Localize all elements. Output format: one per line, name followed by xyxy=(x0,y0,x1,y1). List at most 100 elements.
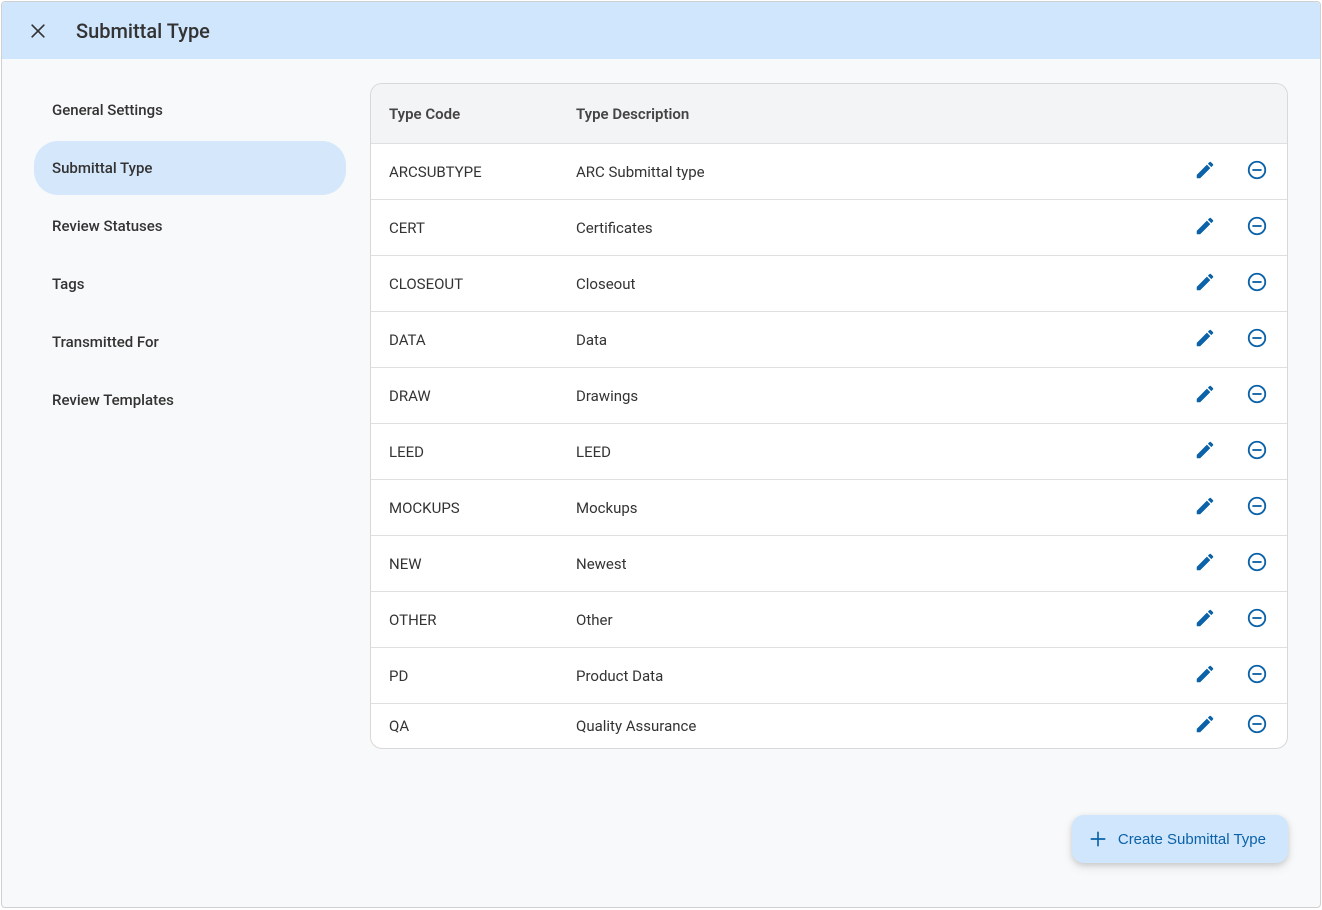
table-row: DATAData xyxy=(371,312,1287,368)
edit-button[interactable] xyxy=(1193,160,1217,184)
edit-button[interactable] xyxy=(1193,272,1217,296)
pencil-icon xyxy=(1194,607,1216,633)
cell-actions xyxy=(1177,440,1287,464)
cell-actions xyxy=(1177,384,1287,408)
delete-button[interactable] xyxy=(1245,664,1269,688)
cell-type-description: Mockups xyxy=(576,499,1177,517)
delete-button[interactable] xyxy=(1245,440,1269,464)
edit-button[interactable] xyxy=(1193,384,1217,408)
cell-type-code: MOCKUPS xyxy=(371,499,576,517)
cell-actions xyxy=(1177,272,1287,296)
edit-button[interactable] xyxy=(1193,714,1217,738)
edit-button[interactable] xyxy=(1193,664,1217,688)
cell-type-description: Drawings xyxy=(576,387,1177,405)
pencil-icon xyxy=(1194,551,1216,577)
table-row: ARCSUBTYPEARC Submittal type xyxy=(371,144,1287,200)
cell-actions xyxy=(1177,160,1287,184)
table-row: CLOSEOUTCloseout xyxy=(371,256,1287,312)
table-row: NEWNewest xyxy=(371,536,1287,592)
edit-button[interactable] xyxy=(1193,216,1217,240)
delete-button[interactable] xyxy=(1245,216,1269,240)
cell-type-code: DATA xyxy=(371,331,576,349)
cell-type-code: OTHER xyxy=(371,611,576,629)
cell-type-code: QA xyxy=(371,717,576,735)
cell-actions xyxy=(1177,216,1287,240)
pencil-icon xyxy=(1194,327,1216,353)
minus-circle-icon xyxy=(1246,159,1268,185)
sidebar-item-general-settings[interactable]: General Settings xyxy=(34,83,346,137)
cell-actions xyxy=(1177,328,1287,352)
cell-type-description: LEED xyxy=(576,443,1177,461)
delete-button[interactable] xyxy=(1245,384,1269,408)
pencil-icon xyxy=(1194,271,1216,297)
cell-type-code: CERT xyxy=(371,219,576,237)
pencil-icon xyxy=(1194,215,1216,241)
delete-button[interactable] xyxy=(1245,160,1269,184)
minus-circle-icon xyxy=(1246,327,1268,353)
minus-circle-icon xyxy=(1246,551,1268,577)
delete-button[interactable] xyxy=(1245,496,1269,520)
delete-button[interactable] xyxy=(1245,272,1269,296)
table-row: OTHEROther xyxy=(371,592,1287,648)
content-area: General Settings Submittal Type Review S… xyxy=(2,59,1320,907)
plus-icon xyxy=(1088,829,1108,849)
table-body: ARCSUBTYPEARC Submittal typeCERTCertific… xyxy=(371,144,1287,748)
edit-button[interactable] xyxy=(1193,328,1217,352)
delete-button[interactable] xyxy=(1245,714,1269,738)
cell-type-code: NEW xyxy=(371,555,576,573)
edit-button[interactable] xyxy=(1193,496,1217,520)
pencil-icon xyxy=(1194,383,1216,409)
sidebar-item-review-statuses[interactable]: Review Statuses xyxy=(34,199,346,253)
cell-type-code: LEED xyxy=(371,443,576,461)
delete-button[interactable] xyxy=(1245,608,1269,632)
cell-type-code: PD xyxy=(371,667,576,685)
cell-type-description: Newest xyxy=(576,555,1177,573)
header-bar: Submittal Type xyxy=(2,2,1320,59)
sidebar-item-review-templates[interactable]: Review Templates xyxy=(34,373,346,427)
sidebar-item-submittal-type[interactable]: Submittal Type xyxy=(34,141,346,195)
minus-circle-icon xyxy=(1246,495,1268,521)
table-row: CERTCertificates xyxy=(371,200,1287,256)
sidebar-item-tags[interactable]: Tags xyxy=(34,257,346,311)
table-row: LEEDLEED xyxy=(371,424,1287,480)
table-header-row: Type Code Type Description xyxy=(371,84,1287,144)
main-panel: Type Code Type Description ARCSUBTYPEARC… xyxy=(370,83,1288,883)
cell-type-description: Other xyxy=(576,611,1177,629)
pencil-icon xyxy=(1194,439,1216,465)
cell-actions xyxy=(1177,496,1287,520)
delete-button[interactable] xyxy=(1245,552,1269,576)
types-table: Type Code Type Description ARCSUBTYPEARC… xyxy=(370,83,1288,749)
create-submittal-type-button[interactable]: Create Submittal Type xyxy=(1072,815,1288,863)
minus-circle-icon xyxy=(1246,215,1268,241)
pencil-icon xyxy=(1194,663,1216,689)
edit-button[interactable] xyxy=(1193,440,1217,464)
cell-actions xyxy=(1177,608,1287,632)
delete-button[interactable] xyxy=(1245,328,1269,352)
minus-circle-icon xyxy=(1246,271,1268,297)
table-row: QAQuality Assurance xyxy=(371,704,1287,748)
minus-circle-icon xyxy=(1246,439,1268,465)
cell-type-description: Data xyxy=(576,331,1177,349)
cell-type-description: Product Data xyxy=(576,667,1177,685)
minus-circle-icon xyxy=(1246,713,1268,739)
sidebar: General Settings Submittal Type Review S… xyxy=(34,83,346,883)
table-row: DRAWDrawings xyxy=(371,368,1287,424)
table-row: MOCKUPSMockups xyxy=(371,480,1287,536)
minus-circle-icon xyxy=(1246,383,1268,409)
cell-type-description: Closeout xyxy=(576,275,1177,293)
pencil-icon xyxy=(1194,713,1216,739)
minus-circle-icon xyxy=(1246,607,1268,633)
create-button-label: Create Submittal Type xyxy=(1118,831,1266,848)
minus-circle-icon xyxy=(1246,663,1268,689)
column-header-description: Type Description xyxy=(576,105,1177,123)
pencil-icon xyxy=(1194,495,1216,521)
edit-button[interactable] xyxy=(1193,608,1217,632)
sidebar-item-transmitted-for[interactable]: Transmitted For xyxy=(34,315,346,369)
page-title: Submittal Type xyxy=(76,19,210,43)
close-icon xyxy=(28,21,48,41)
table-row: PDProduct Data xyxy=(371,648,1287,704)
close-button[interactable] xyxy=(18,11,58,51)
cell-type-description: Quality Assurance xyxy=(576,717,1177,735)
cell-actions xyxy=(1177,664,1287,688)
edit-button[interactable] xyxy=(1193,552,1217,576)
